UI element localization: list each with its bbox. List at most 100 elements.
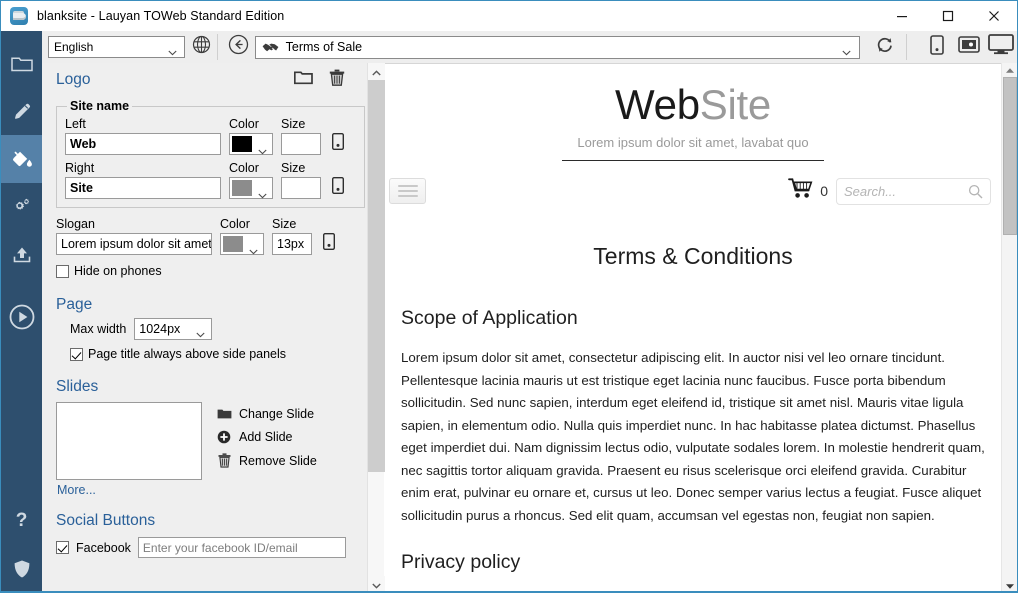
pencil-icon <box>11 100 33 122</box>
scrollbar-thumb[interactable] <box>1003 77 1017 235</box>
device-phone-button[interactable] <box>921 32 953 62</box>
phone-icon <box>322 232 335 255</box>
hide-on-phones-checkbox[interactable] <box>56 264 69 278</box>
scroll-up-button[interactable] <box>1002 63 1017 77</box>
refresh-button[interactable] <box>876 36 894 59</box>
logo-delete-button[interactable] <box>329 69 345 91</box>
window-bottom-edge <box>1 591 1017 592</box>
tablet-icon <box>958 36 980 58</box>
phone-icon <box>331 176 344 199</box>
slides-more-link[interactable]: More... <box>57 483 365 497</box>
preview-search-box[interactable]: Search... <box>836 177 991 205</box>
back-arrow-icon <box>228 34 249 60</box>
shield-icon <box>13 559 31 579</box>
chevron-down-icon <box>258 142 267 160</box>
facebook-checkbox[interactable] <box>56 541 69 554</box>
max-width-label: Max width <box>70 322 127 336</box>
globe-icon <box>192 35 211 59</box>
hide-on-phones-row[interactable]: Hide on phones <box>56 264 365 278</box>
question-mark-icon: ? <box>15 510 28 531</box>
preview-cart[interactable]: 0 <box>788 177 828 205</box>
language-globe-button[interactable] <box>192 35 211 59</box>
hide-on-phones-label: Hide on phones <box>74 264 162 278</box>
sidebar-item-help[interactable]: ? <box>1 497 42 545</box>
settings-panel: Logo Site name Left Web Color Size Right… <box>42 63 377 592</box>
handshake-icon <box>262 41 279 54</box>
logo-browse-button[interactable] <box>293 69 313 91</box>
phone-icon <box>930 34 944 60</box>
chevron-down-icon <box>196 327 205 341</box>
settings-panel-scrollbar[interactable] <box>367 63 385 592</box>
sidebar-item-publish[interactable] <box>1 231 42 279</box>
search-icon[interactable] <box>968 184 983 204</box>
chevron-down-icon <box>249 242 258 260</box>
right-name-input[interactable]: Site <box>65 177 221 199</box>
slogan-color-swatch <box>223 236 243 252</box>
plus-circle-icon <box>216 430 232 444</box>
back-button[interactable] <box>228 34 249 60</box>
device-tablet-button[interactable] <box>953 32 985 62</box>
chevron-up-icon <box>372 63 381 81</box>
remove-slide-button[interactable]: Remove Slide <box>216 453 317 468</box>
page-title-above-checkbox[interactable] <box>70 347 83 361</box>
facebook-row: Facebook Enter your facebook ID/email <box>56 537 365 558</box>
change-slide-label: Change Slide <box>239 407 315 421</box>
maximize-button[interactable] <box>925 1 971 31</box>
sidebar-item-security[interactable] <box>1 545 42 592</box>
right-size-input[interactable] <box>281 177 321 199</box>
minimize-button[interactable] <box>879 1 925 31</box>
site-name-group-label: Site name <box>70 99 130 113</box>
sidebar-item-site[interactable] <box>1 39 42 87</box>
add-slide-label: Add Slide <box>239 430 293 444</box>
slide-thumbnail[interactable] <box>56 402 202 480</box>
folder-open-icon <box>293 70 313 90</box>
add-slide-button[interactable]: Add Slide <box>216 430 317 444</box>
max-width-select[interactable]: 1024px <box>134 318 213 341</box>
slogan-color-picker[interactable] <box>220 233 264 255</box>
sidebar-item-settings[interactable] <box>1 183 42 231</box>
page-title-above-label: Page title always above side panels <box>88 347 287 361</box>
device-preview-group <box>921 32 1017 62</box>
preview-scrollbar[interactable] <box>1001 63 1017 592</box>
hamburger-menu-icon[interactable] <box>389 178 426 205</box>
slogan-size-input[interactable]: 13px <box>272 233 312 255</box>
left-color-swatch <box>232 136 252 152</box>
left-name-input[interactable]: Web <box>65 133 221 155</box>
sidebar-item-preview[interactable] <box>1 293 42 341</box>
rail-bottom-group: ? <box>1 497 42 592</box>
shopping-cart-icon <box>788 177 814 205</box>
chevron-down-icon <box>258 186 267 204</box>
change-slide-button[interactable]: Change Slide <box>216 407 317 421</box>
gears-icon <box>10 196 34 218</box>
logo-section-title: Logo <box>56 71 91 88</box>
scroll-up-button[interactable] <box>368 63 385 80</box>
preview-section-body: Lorem ipsum dolor sit amet, consectetur … <box>401 350 985 523</box>
title-bar: blanksite - Lauyan TOWeb Standard Editio… <box>1 1 1017 31</box>
window-controls <box>879 1 1017 31</box>
left-size-input[interactable] <box>281 133 321 155</box>
search-input[interactable]: Search... <box>844 184 896 199</box>
scrollbar-thumb[interactable] <box>368 80 385 472</box>
facebook-id-input[interactable]: Enter your facebook ID/email <box>137 537 346 558</box>
cart-item-count: 0 <box>820 183 828 200</box>
language-select[interactable]: English <box>48 36 185 58</box>
page-select[interactable]: Terms of Sale <box>254 35 860 59</box>
right-color-picker[interactable] <box>229 177 273 199</box>
sidebar-item-edit[interactable] <box>1 87 42 135</box>
folder-open-icon <box>216 408 232 420</box>
slide-actions: Change Slide Add Slide Remove Slide <box>216 402 317 480</box>
language-select-value: English <box>54 40 94 54</box>
sidebar-item-theme[interactable] <box>1 135 42 183</box>
page-section-title: Page <box>56 296 93 313</box>
site-name-group: Site name Left Web Color Size Right Site… <box>56 99 365 208</box>
preview-header-divider <box>562 160 824 162</box>
slogan-size-phone-toggle[interactable] <box>320 232 337 255</box>
left-color-picker[interactable] <box>229 133 273 155</box>
slogan-input[interactable]: Lorem ipsum dolor sit amet <box>56 233 212 255</box>
page-title-above-row[interactable]: Page title always above side panels <box>70 347 365 361</box>
close-button[interactable] <box>971 1 1017 31</box>
preview-nav-row: 0 Search... <box>385 177 1001 205</box>
device-desktop-button[interactable] <box>985 32 1017 62</box>
right-size-phone-toggle[interactable] <box>329 176 346 199</box>
left-size-phone-toggle[interactable] <box>329 132 346 154</box>
